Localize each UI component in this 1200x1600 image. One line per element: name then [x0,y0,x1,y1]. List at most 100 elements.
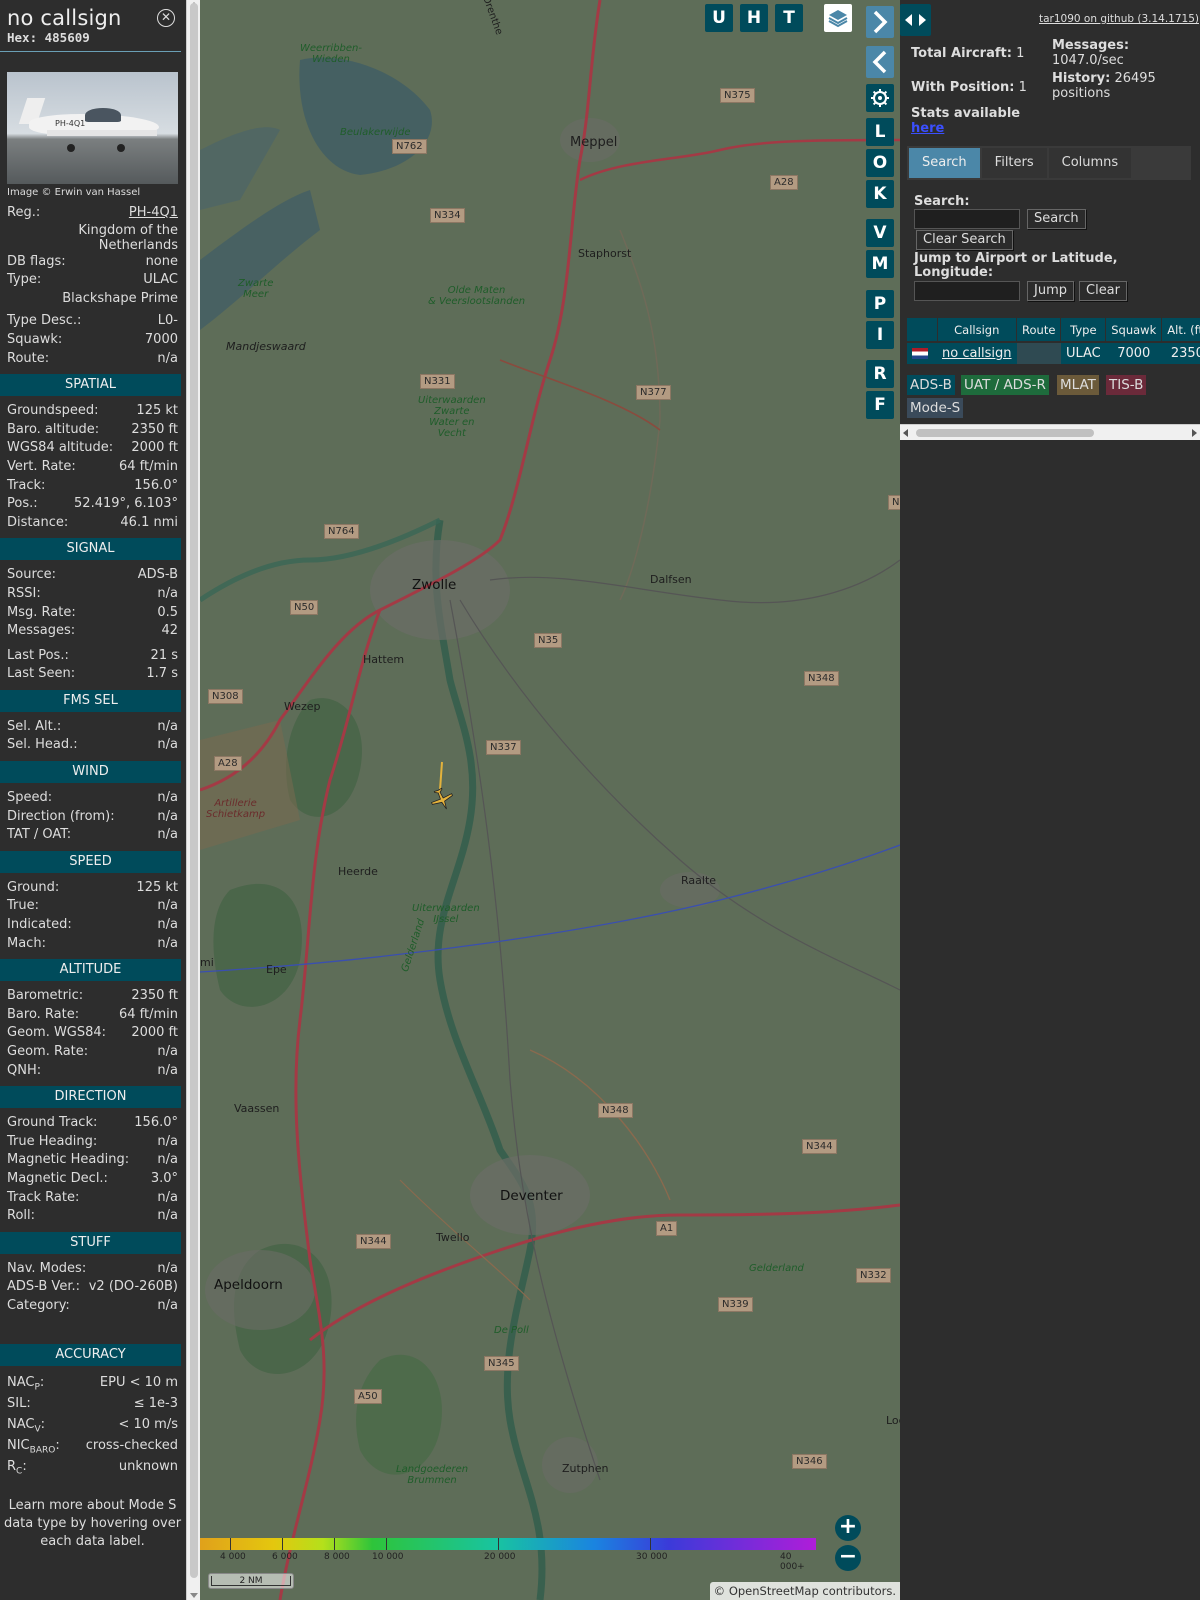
osm-link[interactable]: OpenStreetMap [729,1584,819,1598]
button-l[interactable]: L [866,118,894,146]
scroll-left-icon[interactable] [903,429,908,437]
button-k[interactable]: K [866,180,894,208]
button-m[interactable]: M [866,250,894,278]
hex-code: Hex: 485609 [7,30,90,45]
column-altitude[interactable]: Alt. (ft) [1161,318,1200,342]
info-row-label: Magnetic Decl.: [7,1170,108,1186]
close-icon[interactable]: ✕ [157,9,175,27]
settings-button[interactable] [866,84,894,112]
layers-button[interactable] [824,4,852,32]
legend-label: 8 000 [324,1552,350,1562]
table-row[interactable]: no callsign ULAC 7000 2350 [907,341,1200,364]
button-h[interactable]: H [740,4,768,32]
aircraft-photo[interactable]: PH-4Q1 [7,72,178,184]
info-row-value: 52.419°, 6.103° [74,496,178,512]
accuracy-label-text: SIL: [7,1395,31,1411]
jump-input[interactable] [914,281,1020,301]
info-row-value: 2350 ft [131,988,178,1004]
zoom-in-button[interactable]: + [835,1515,861,1541]
column-route[interactable]: Route [1016,318,1062,342]
table-header-row: Callsign Route Type Squawk Alt. (ft) S [907,318,1200,342]
route-row: Route: n/a [0,350,185,369]
button-v[interactable]: V [866,219,894,247]
with-position-stat: With Position: 1 [911,80,1027,95]
button-r[interactable]: R [866,360,894,388]
info-row-label: RSSI: [7,585,41,601]
road-shield: N334 [430,208,465,223]
expand-sidebar-button[interactable] [900,4,931,36]
spatial-list: Groundspeed: 125 kt Baro. altitude: 2350 ft… [0,402,185,532]
place-label: Twello [436,1231,470,1244]
search-input[interactable] [914,209,1020,229]
info-row-label: Direction (from): [7,808,115,824]
registration-value[interactable]: PH-4Q1 [129,205,178,220]
search-button[interactable]: Search [1027,209,1086,229]
horizontal-scrollbar-thumb[interactable] [916,429,1094,437]
column-callsign[interactable]: Callsign [937,318,1018,342]
github-link[interactable]: tar1090 on github (3.14.1715) [1039,13,1199,25]
gear-icon [871,89,889,107]
tab-filters[interactable]: Filters [981,148,1047,178]
total-aircraft-value: 1 [1016,46,1025,61]
info-row: Ground Track: 156.0° [0,1114,185,1133]
place-label: Vaassen [234,1102,280,1115]
road-shield: N348 [598,1103,633,1118]
source-badge-modes: Mode-S [907,398,964,418]
button-o[interactable]: O [866,149,894,177]
scroll-right-icon[interactable] [1192,429,1197,437]
map-view[interactable]: Weerribben- Wieden Beulakerwijde Meppel S… [200,0,900,1600]
altitude-color-legend: 4 000 6 000 8 000 10 000 20 000 30 000 4… [200,1538,816,1572]
total-aircraft-stat: Total Aircraft: 1 [911,46,1024,61]
info-row: Barometric: 2350 ft [0,987,185,1006]
registration-link[interactable]: PH-4Q1 [129,204,178,223]
column-squawk[interactable]: Squawk [1105,318,1163,342]
info-row: Baro. altitude: 2350 ft [0,421,185,440]
table-horizontal-scrollbar[interactable] [900,424,1200,440]
accuracy-label-text: NAC [7,1416,35,1432]
clear-search-button[interactable]: Clear Search [916,230,1013,250]
road-shield: N375 [720,88,755,103]
button-p[interactable]: P [866,290,894,318]
altitude-gradient-bar [200,1538,816,1550]
scrollbar-thumb[interactable] [190,3,198,1578]
info-row: Mach: n/a [0,935,185,954]
legend-tick [230,1538,231,1550]
chevron-right-button[interactable] [866,6,894,38]
info-row-label: Barometric: [7,988,84,1004]
info-row-label: Ground Track: [7,1115,98,1131]
tab-columns[interactable]: Columns [1048,148,1132,178]
info-row-label: Ground: [7,879,60,895]
accuracy-label-text: NAC [7,1374,35,1390]
tab-search[interactable]: Search [909,148,980,178]
info-row: TAT / OAT: n/a [0,826,185,845]
stats-link[interactable]: here [911,121,944,136]
aircraft-marker-icon[interactable] [429,786,455,812]
fms-list: Sel. Alt.: n/a Sel. Head.: n/a [0,718,185,755]
column-type[interactable]: Type [1060,318,1107,342]
info-row-value: 125 kt [136,403,178,419]
db-flags-row: DB flags: none [0,253,185,272]
callsign-cell[interactable]: no callsign [937,341,1017,364]
zoom-out-button[interactable]: − [835,1545,861,1571]
button-u[interactable]: U [705,4,733,32]
photo-wheel [117,144,125,152]
scroll-down-icon[interactable] [190,1593,198,1598]
info-row: Ground: 125 kt [0,879,185,898]
section-stuff: STUFF [0,1231,181,1254]
button-t[interactable]: T [775,4,803,32]
stuff-list: Nav. Modes: n/a ADS-B Ver.: v2 (DO-260B) Cat… [0,1260,185,1316]
section-speed: SPEED [0,850,181,873]
button-f[interactable]: F [866,391,894,419]
chevron-left-button[interactable] [866,46,894,78]
info-row-value: n/a [157,1133,178,1149]
legend-label: 40 000+ [780,1552,805,1572]
info-row-value: 42 [161,623,178,639]
info-row-label: Baro. Rate: [7,1006,80,1022]
button-i[interactable]: I [866,321,894,349]
place-label: Landgoederen Brummen [396,1464,469,1486]
clear-button[interactable]: Clear [1079,281,1127,301]
info-row-label: TAT / OAT: [7,827,72,843]
jump-button[interactable]: Jump [1027,281,1074,301]
info-panel-scrollbar[interactable] [186,0,200,1600]
accuracy-row: RC: unknown [0,1456,185,1477]
